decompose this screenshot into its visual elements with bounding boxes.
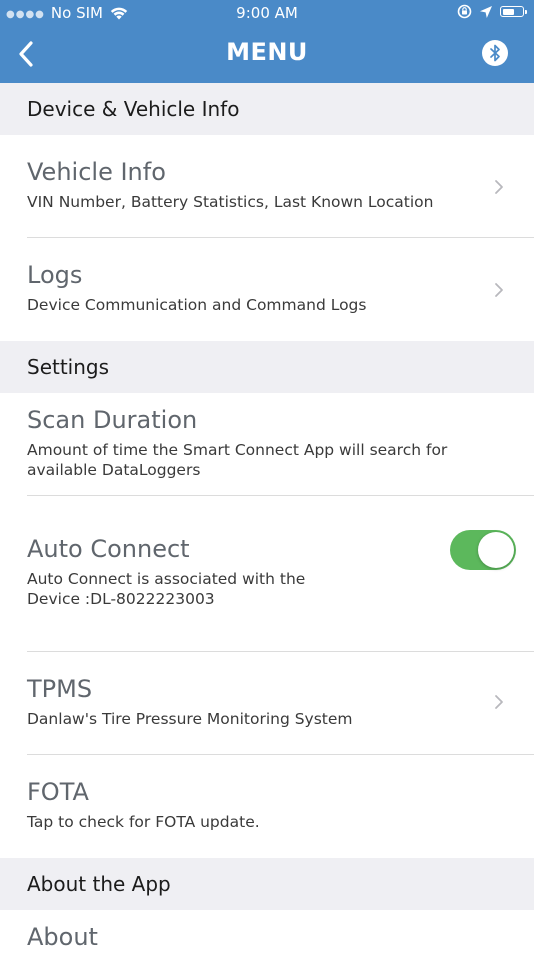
status-time: 9:00 AM: [236, 4, 298, 22]
menu-item-scan-duration[interactable]: Scan Duration Amount of time the Smart C…: [0, 393, 534, 496]
menu-item-title: About: [27, 923, 98, 951]
toggle-knob: [478, 532, 514, 568]
section-header-settings: Settings: [0, 341, 534, 393]
status-right: [457, 4, 527, 19]
header-bar: ●●●● No SIM 9:00 AM MENU: [0, 0, 534, 83]
menu-item-logs[interactable]: Logs Device Communication and Command Lo…: [0, 238, 534, 341]
chevron-right-icon: [495, 695, 503, 709]
menu-item-fota[interactable]: FOTA Tap to check for FOTA update.: [0, 755, 534, 858]
menu-item-title: Vehicle Info: [27, 158, 166, 186]
menu-list: Device & Vehicle Info Vehicle Info VIN N…: [0, 83, 534, 960]
menu-item-tpms[interactable]: TPMS Danlaw's Tire Pressure Monitoring S…: [0, 652, 534, 755]
menu-item-subtitle: VIN Number, Battery Statistics, Last Kno…: [27, 193, 434, 211]
orientation-lock-icon: [457, 4, 472, 19]
bluetooth-button[interactable]: [482, 40, 508, 66]
nav-bar: MENU: [0, 26, 534, 83]
menu-item-title: Logs: [27, 261, 83, 289]
menu-item-title: FOTA: [27, 778, 89, 806]
chevron-right-icon: [495, 283, 503, 297]
menu-item-about[interactable]: About: [0, 910, 534, 960]
menu-item-vehicle-info[interactable]: Vehicle Info VIN Number, Battery Statist…: [0, 135, 534, 238]
chevron-right-icon: [495, 180, 503, 194]
auto-connect-toggle[interactable]: [450, 530, 516, 570]
menu-item-subtitle: Danlaw's Tire Pressure Monitoring System: [27, 710, 353, 728]
menu-item-subtitle: Amount of time the Smart Connect App wil…: [27, 441, 448, 479]
bluetooth-icon: [490, 44, 500, 62]
menu-item-title: TPMS: [27, 675, 93, 703]
battery-icon: [500, 6, 527, 17]
location-arrow-icon: [480, 5, 492, 18]
menu-item-auto-connect: Auto Connect Auto Connect is associated …: [0, 496, 534, 652]
menu-item-subtitle: Tap to check for FOTA update.: [27, 813, 260, 831]
menu-item-title: Auto Connect: [27, 535, 190, 563]
section-header-device-vehicle-info: Device & Vehicle Info: [0, 83, 534, 135]
section-header-about-the-app: About the App: [0, 858, 534, 910]
status-bar: ●●●● No SIM 9:00 AM: [0, 0, 534, 26]
menu-item-subtitle: Device Communication and Command Logs: [27, 296, 367, 314]
menu-item-subtitle: Auto Connect is associated with the Devi…: [27, 570, 306, 608]
menu-item-title: Scan Duration: [27, 406, 198, 434]
page-title: MENU: [226, 38, 308, 66]
